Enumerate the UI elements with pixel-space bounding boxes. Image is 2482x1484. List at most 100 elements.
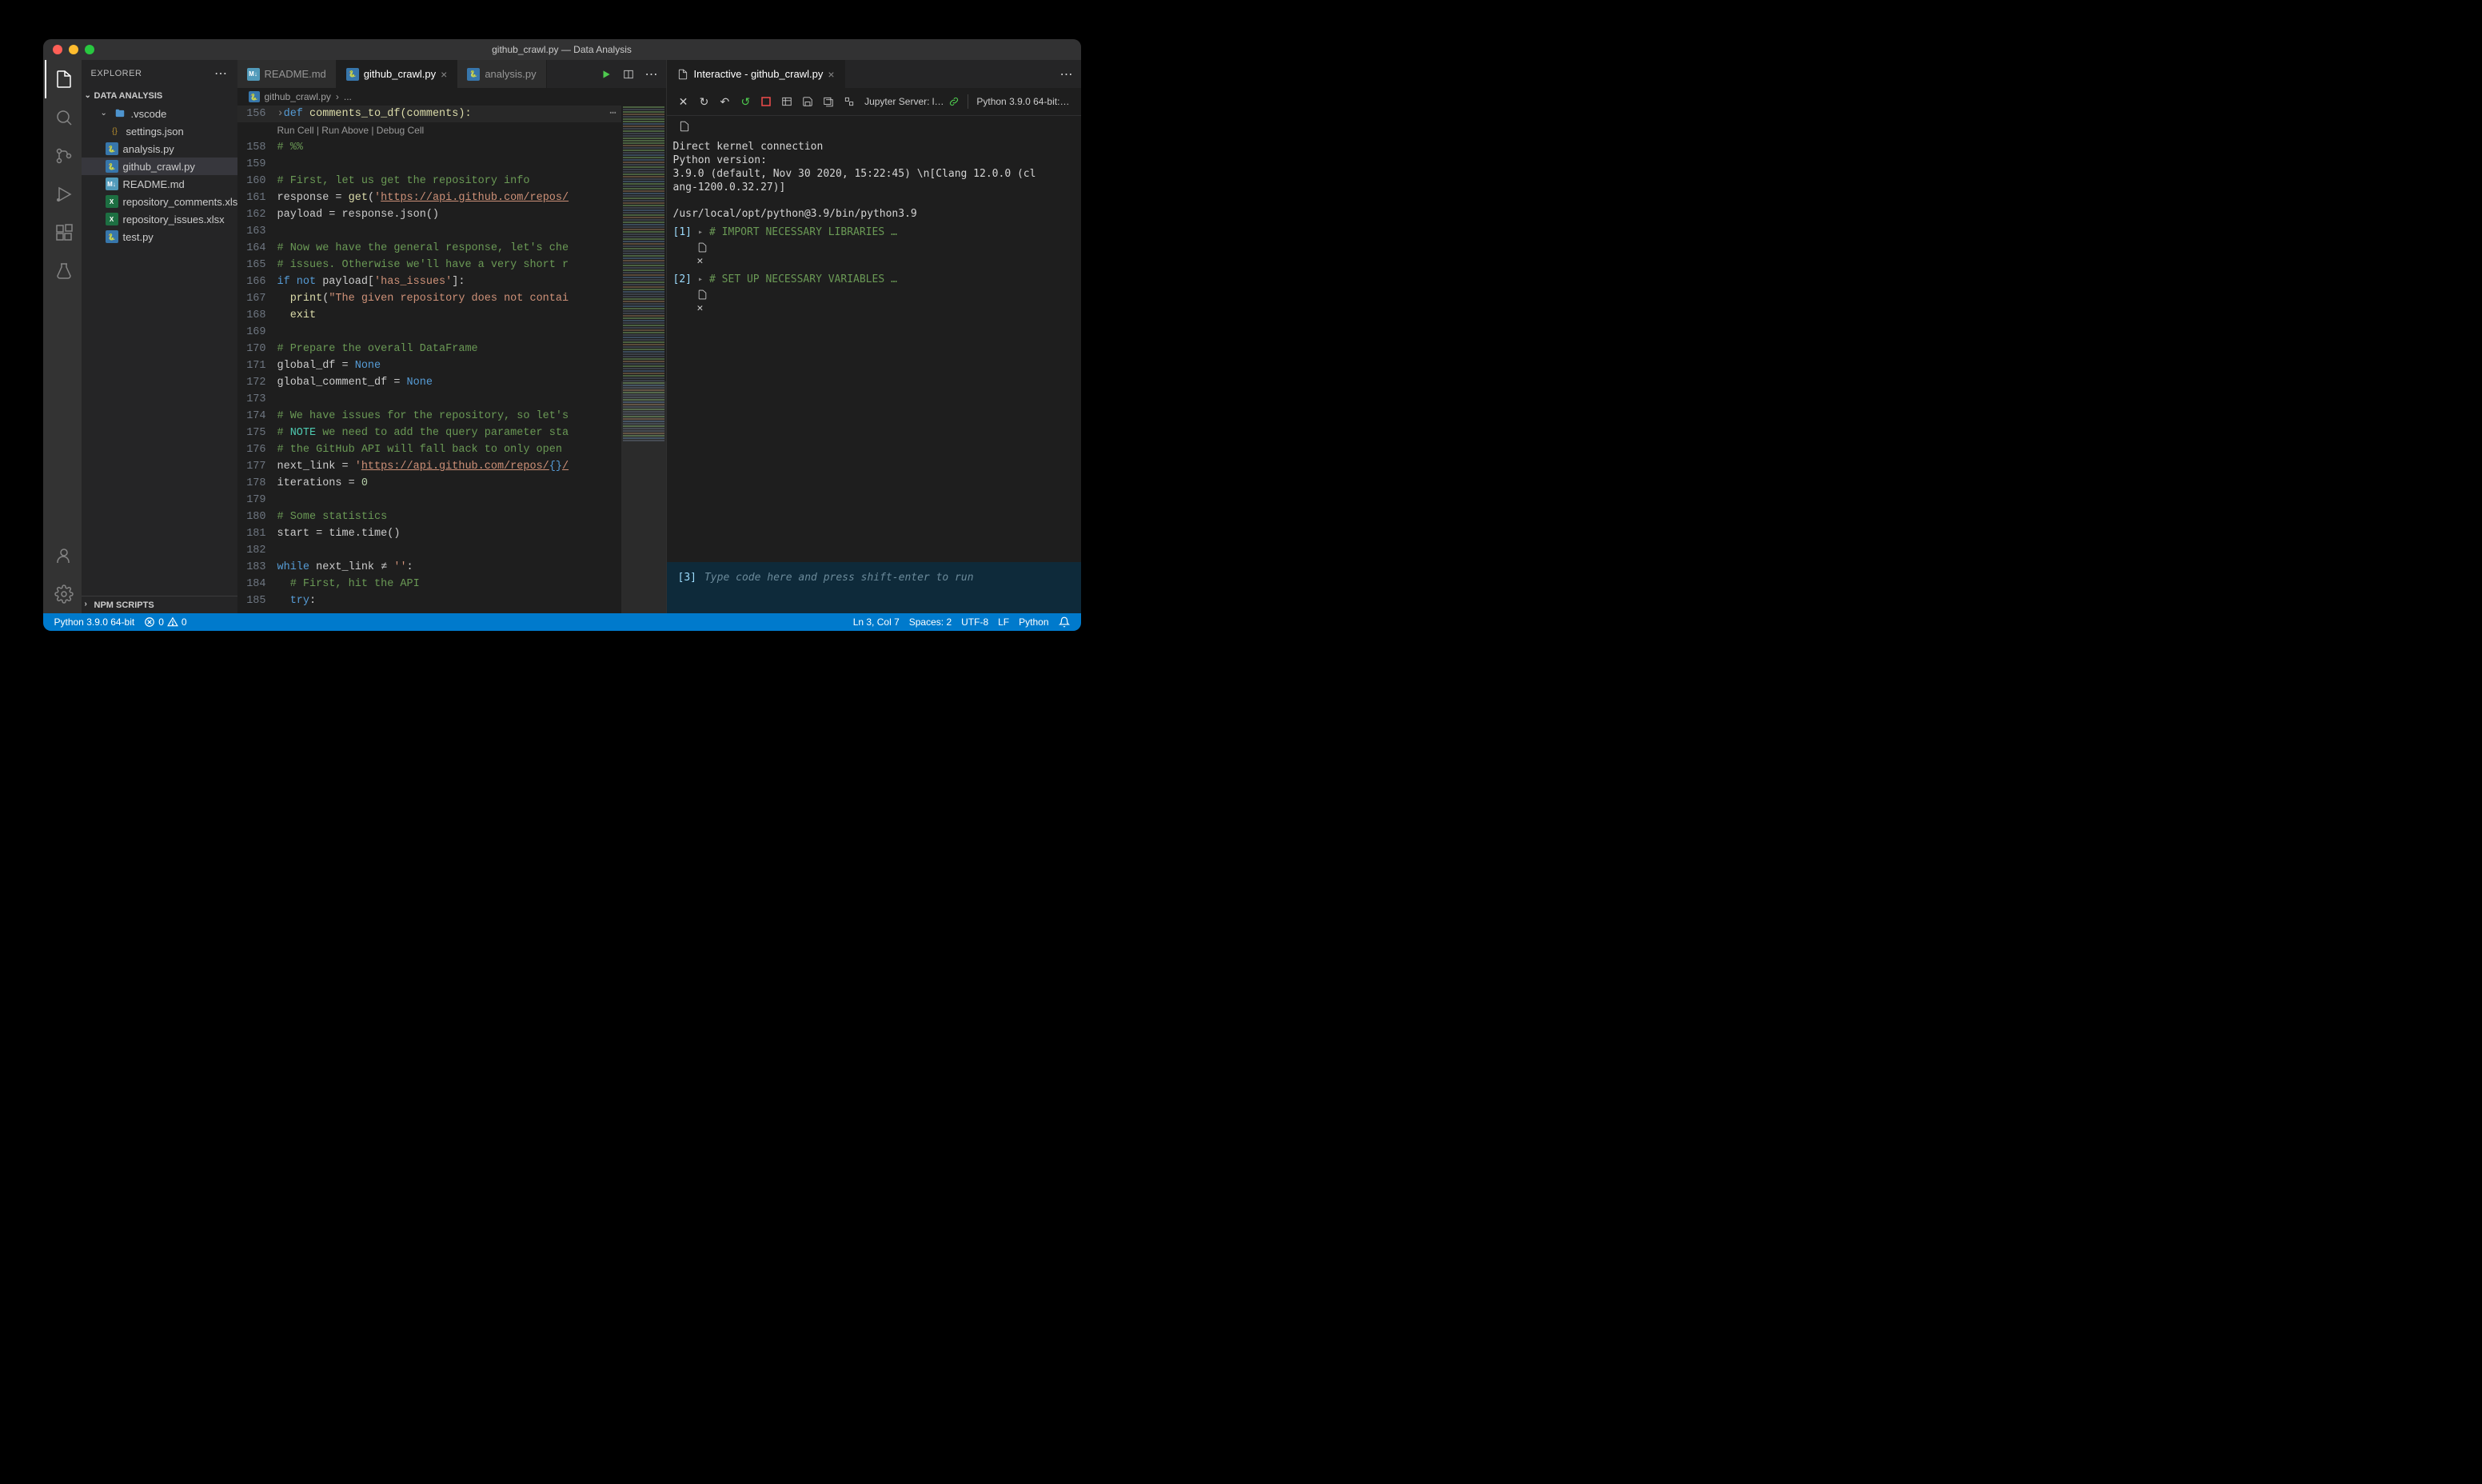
markdown-icon: M↓: [247, 68, 260, 81]
minimize-window-button[interactable]: [69, 45, 78, 54]
goto-icon[interactable]: [673, 121, 696, 132]
python-icon: 🐍: [249, 91, 260, 102]
breadcrumb[interactable]: 🐍 github_crawl.py › ...: [237, 88, 666, 106]
code-token: NOTE: [290, 425, 316, 441]
code-token: get: [349, 189, 368, 206]
more-icon[interactable]: ⋯: [1060, 66, 1073, 82]
kernel-output-line: Direct kernel connection: [673, 140, 1075, 154]
file-label: repository_issues.xlsx: [123, 213, 225, 225]
source-control-icon[interactable]: [45, 137, 83, 175]
code-content[interactable]: 156›def comments_to_df(comments):⋯ Run C…: [237, 106, 621, 613]
status-problems[interactable]: 0 0: [139, 616, 191, 628]
kernel-label[interactable]: Python 3.9.0 64-bit:…: [972, 96, 1074, 107]
split-editor-icon[interactable]: [623, 69, 634, 80]
explorer-icon[interactable]: [45, 60, 83, 98]
tab-interactive[interactable]: Interactive - github_crawl.py ×: [667, 60, 845, 88]
tab-readme[interactable]: M↓ README.md: [237, 60, 337, 88]
code-token: {}: [549, 458, 562, 475]
markdown-icon: M↓: [106, 178, 118, 190]
tree-file-repo-comments[interactable]: X repository_comments.xlsx: [82, 193, 237, 210]
editor-actions: ⋯: [601, 60, 666, 88]
line-number: 180: [237, 509, 277, 525]
file-label: settings.json: [126, 126, 184, 138]
tree-file-settings[interactable]: {} settings.json: [82, 122, 237, 140]
code-token: /: [562, 458, 569, 475]
sidebar-more-icon[interactable]: ⋯: [214, 66, 228, 82]
breadcrumb-sep: ›: [336, 91, 339, 102]
file-label: README.md: [123, 178, 185, 190]
code-token: def: [284, 106, 303, 122]
code-token: try: [277, 592, 310, 609]
tab-analysis[interactable]: 🐍 analysis.py: [457, 60, 546, 88]
redo-icon[interactable]: ↻: [693, 95, 714, 109]
editor-tabs: M↓ README.md 🐍 github_crawl.py × 🐍 analy…: [237, 60, 666, 88]
tree-file-readme[interactable]: M↓ README.md: [82, 175, 237, 193]
collapse-icon[interactable]: ⋯: [609, 106, 620, 122]
goto-code-icon[interactable]: [697, 289, 1075, 300]
run-debug-icon[interactable]: [45, 175, 83, 213]
code-token: # Prepare the overall DataFrame: [277, 341, 478, 357]
save-icon[interactable]: [797, 96, 818, 107]
maximize-window-button[interactable]: [85, 45, 94, 54]
tree-file-repo-issues[interactable]: X repository_issues.xlsx: [82, 210, 237, 228]
right-tabs: Interactive - github_crawl.py × ⋯: [667, 60, 1081, 88]
sidebar: EXPLORER ⋯ ⌄ DATA ANALYSIS ⌄ .vscode {} …: [82, 60, 237, 613]
extensions-icon[interactable]: [45, 213, 83, 252]
close-icon[interactable]: ×: [441, 68, 447, 81]
status-language[interactable]: Python: [1014, 616, 1053, 628]
line-number: 166: [237, 273, 277, 290]
variables-icon[interactable]: [776, 96, 797, 107]
interrupt-icon[interactable]: [756, 97, 776, 106]
tree-file-crawl[interactable]: 🐍 github_crawl.py: [82, 158, 237, 175]
python-icon: 🐍: [106, 230, 118, 243]
line-number: 176: [237, 441, 277, 458]
code-lens[interactable]: Run Cell | Run Above | Debug Cell: [277, 122, 425, 139]
tree-file-analysis[interactable]: 🐍 analysis.py: [82, 140, 237, 158]
jupyter-server-label[interactable]: Jupyter Server: l…: [860, 96, 948, 107]
code-token: we need to add the query parameter sta: [316, 425, 569, 441]
line-number: 181: [237, 525, 277, 542]
vscode-window: github_crawl.py — Data Analysis: [43, 39, 1081, 631]
interactive-input[interactable]: [3] Type code here and press shift-enter…: [667, 562, 1081, 613]
tree-folder-vscode[interactable]: ⌄ .vscode: [82, 105, 237, 122]
status-python[interactable]: Python 3.9.0 64-bit: [50, 616, 140, 628]
delete-cell-icon[interactable]: ✕: [697, 254, 1075, 268]
status-encoding[interactable]: UTF-8: [956, 616, 993, 628]
project-header[interactable]: ⌄ DATA ANALYSIS: [82, 87, 237, 105]
notifications-icon[interactable]: [1054, 616, 1075, 628]
more-icon[interactable]: ⋯: [645, 66, 658, 82]
settings-gear-icon[interactable]: [45, 575, 83, 613]
line-number: 185: [237, 592, 277, 609]
expand-arrow-icon[interactable]: ▸: [698, 273, 703, 286]
tree-file-test[interactable]: 🐍 test.py: [82, 228, 237, 245]
code-token: :: [407, 559, 413, 576]
expand-icon[interactable]: [839, 96, 860, 107]
python-icon: 🐍: [346, 68, 359, 81]
npm-scripts-header[interactable]: › NPM SCRIPTS: [82, 596, 237, 613]
close-window-button[interactable]: [53, 45, 62, 54]
input-index: [3]: [678, 572, 696, 604]
cell-1[interactable]: [1] ▸ # IMPORT NECESSARY LIBRARIES …: [673, 225, 1075, 239]
status-lncol[interactable]: Ln 3, Col 7: [848, 616, 904, 628]
status-eol[interactable]: LF: [993, 616, 1014, 628]
restart-icon[interactable]: ↺: [735, 95, 756, 109]
close-icon[interactable]: ×: [828, 68, 834, 81]
tab-crawl[interactable]: 🐍 github_crawl.py ×: [337, 60, 458, 88]
status-spaces[interactable]: Spaces: 2: [904, 616, 956, 628]
delete-icon[interactable]: ✕: [673, 95, 694, 109]
run-icon[interactable]: [601, 69, 612, 80]
search-icon[interactable]: [45, 98, 83, 137]
expand-arrow-icon[interactable]: ▸: [698, 225, 703, 239]
code-token: # First, let us get the repository info: [277, 173, 530, 189]
code-token: global_df =: [277, 357, 355, 374]
goto-code-icon[interactable]: [697, 242, 1075, 253]
undo-icon[interactable]: ↶: [714, 95, 735, 109]
accounts-icon[interactable]: [45, 537, 83, 575]
minimap[interactable]: [621, 106, 666, 613]
testing-icon[interactable]: [45, 252, 83, 290]
delete-cell-icon[interactable]: ✕: [697, 301, 1075, 315]
code-token: comments_to_df(comments):: [303, 106, 472, 122]
export-icon[interactable]: [818, 96, 839, 107]
cell-2[interactable]: [2] ▸ # SET UP NECESSARY VARIABLES …: [673, 273, 1075, 286]
line-number: 156: [237, 106, 277, 122]
